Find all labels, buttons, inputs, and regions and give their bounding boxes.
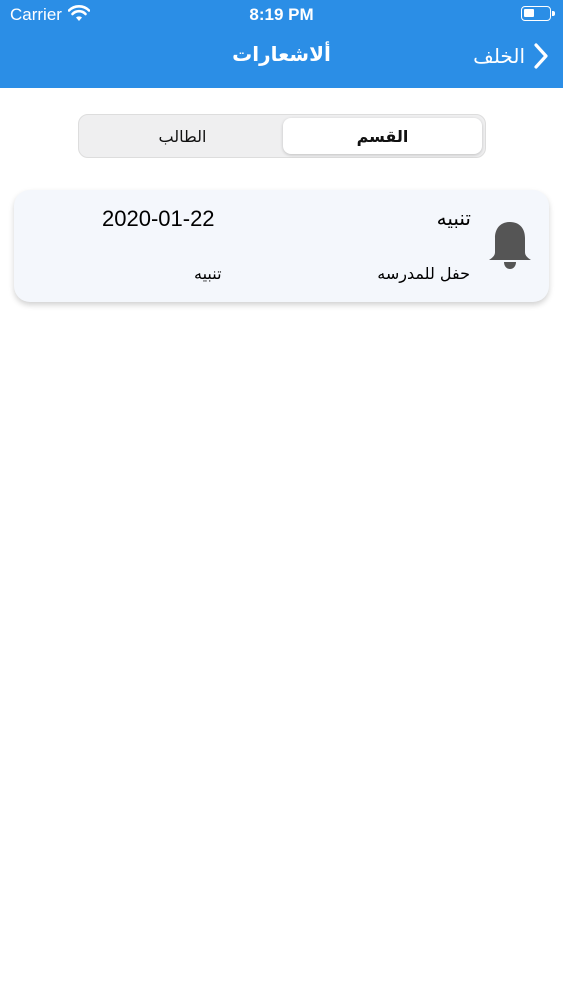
segment-student[interactable]: الطالب — [83, 118, 282, 154]
battery-level — [524, 9, 534, 17]
navigation-header: Carrier 8:19 PM ألاشعارات الخلف — [0, 0, 563, 88]
back-button[interactable]: الخلف — [473, 38, 549, 74]
notification-date: 2020-01-22 — [102, 206, 215, 231]
notification-title: تنبيه — [436, 206, 471, 230]
notification-body: حفل للمدرسه — [377, 264, 470, 283]
bell-icon — [489, 222, 531, 269]
status-time: 8:19 PM — [249, 5, 314, 24]
notification-card[interactable]: تنبيه 2020-01-22 حفل للمدرسه تنبيه — [14, 190, 549, 302]
battery-tip — [552, 11, 555, 16]
status-bar: Carrier 8:19 PM — [0, 0, 563, 28]
chevron-right-icon — [534, 43, 548, 69]
segment-department[interactable]: القسم — [283, 118, 482, 154]
segmented-control: القسم الطالب — [78, 114, 486, 158]
back-button-label: الخلف — [473, 44, 525, 68]
battery-icon — [521, 6, 555, 21]
notification-type: تنبيه — [194, 264, 222, 283]
